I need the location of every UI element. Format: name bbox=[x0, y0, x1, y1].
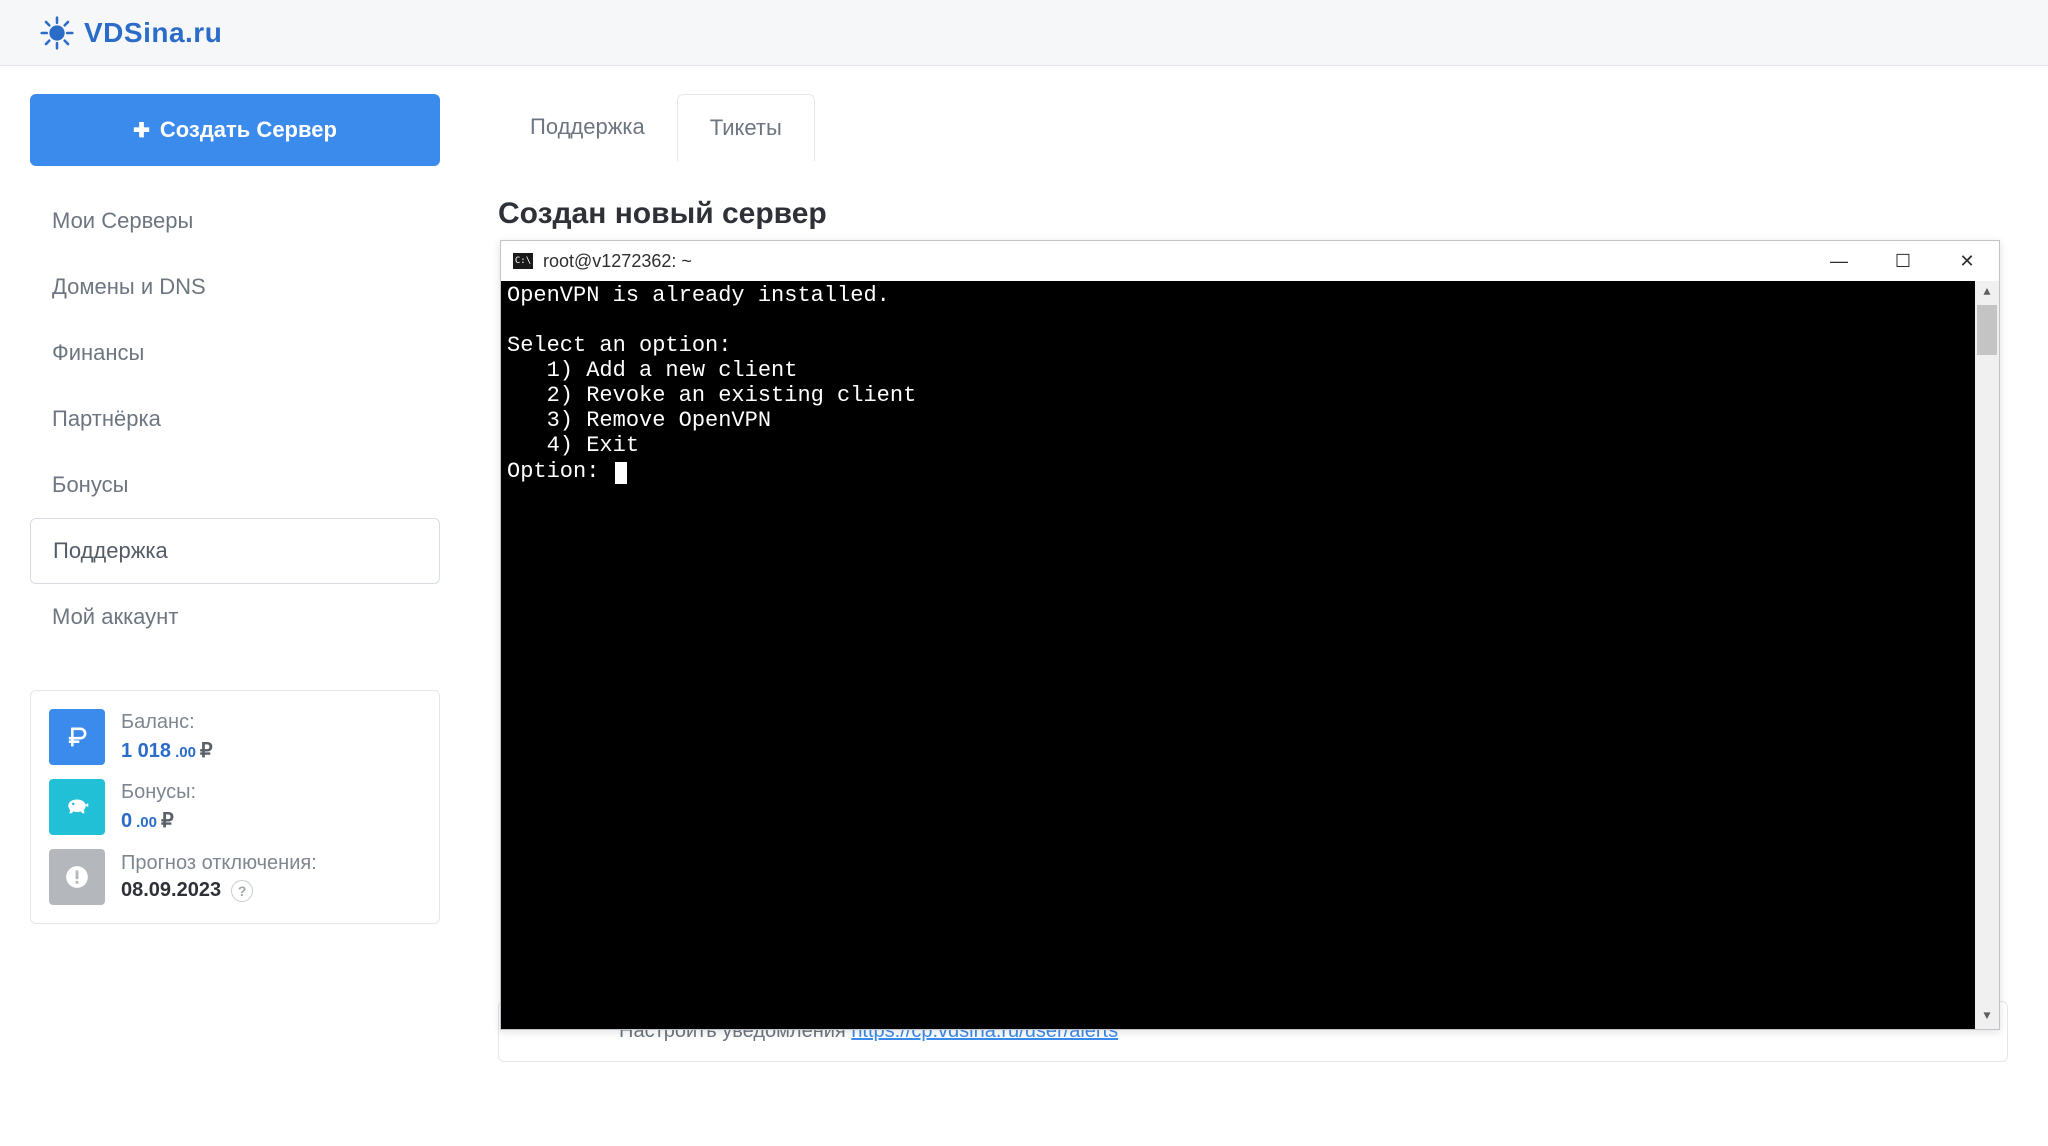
sidebar-info-card: Баланс: 1 018.00 ₽ Бонусы: bbox=[30, 690, 440, 924]
sidebar-item-my-servers[interactable]: Мои Серверы bbox=[30, 188, 440, 254]
sidebar-item-partner[interactable]: Партнёрка bbox=[30, 386, 440, 452]
alert-icon bbox=[49, 849, 105, 905]
scroll-down-button[interactable]: ▼ bbox=[1975, 1005, 1999, 1029]
terminal-line: Option: bbox=[507, 459, 613, 484]
brand-text: VDSina.ru bbox=[84, 17, 222, 49]
tabs: Поддержка Тикеты bbox=[498, 94, 2008, 161]
sidebar-item-label: Финансы bbox=[52, 340, 144, 366]
sidebar-item-label: Партнёрка bbox=[52, 406, 161, 432]
terminal-titlebar[interactable]: C:\ root@v1272362: ~ — ☐ ✕ bbox=[501, 241, 1999, 281]
terminal-icon: C:\ bbox=[513, 253, 533, 269]
sidebar-item-finances[interactable]: Финансы bbox=[30, 320, 440, 386]
balance-label: Баланс: bbox=[121, 711, 213, 734]
sidebar-item-domains-dns[interactable]: Домены и DNS bbox=[30, 254, 440, 320]
sidebar-item-label: Мой аккаунт bbox=[52, 604, 178, 630]
close-button[interactable]: ✕ bbox=[1935, 241, 1999, 281]
window-controls: — ☐ ✕ bbox=[1807, 241, 1999, 281]
bonuses-row: Бонусы: 0.00 ₽ bbox=[49, 779, 421, 835]
terminal-line: 3) Remove OpenVPN bbox=[507, 408, 771, 433]
bonuses-value: 0.00 ₽ bbox=[121, 808, 196, 833]
sidebar-item-label: Домены и DNS bbox=[52, 274, 206, 300]
terminal-title: root@v1272362: ~ bbox=[543, 251, 692, 272]
sidebar-item-my-account[interactable]: Мой аккаунт bbox=[30, 584, 440, 650]
tab-label: Поддержка bbox=[530, 114, 645, 139]
tab-tickets[interactable]: Тикеты bbox=[677, 94, 815, 161]
sidebar-item-bonuses[interactable]: Бонусы bbox=[30, 452, 440, 518]
terminal-line: 2) Revoke an existing client bbox=[507, 383, 916, 408]
scroll-up-button[interactable]: ▲ bbox=[1975, 281, 1999, 305]
create-server-label: Создать Сервер bbox=[160, 117, 337, 143]
maximize-button[interactable]: ☐ bbox=[1871, 241, 1935, 281]
terminal-window: C:\ root@v1272362: ~ — ☐ ✕ OpenVPN is al… bbox=[500, 240, 2000, 1030]
terminal-body[interactable]: OpenVPN is already installed. Select an … bbox=[501, 281, 1999, 1029]
terminal-scrollbar[interactable]: ▲ ▼ bbox=[1975, 281, 1999, 1029]
page-title: Создан новый сервер bbox=[498, 197, 2008, 231]
brand-icon bbox=[40, 16, 74, 50]
sidebar-item-label: Поддержка bbox=[53, 538, 168, 564]
app-header: VDSina.ru bbox=[0, 0, 2048, 66]
piggy-icon bbox=[49, 779, 105, 835]
minimize-button[interactable]: — bbox=[1807, 241, 1871, 281]
terminal-line: OpenVPN is already installed. bbox=[507, 283, 890, 308]
sidebar: ✚ Создать Сервер Мои Серверы Домены и DN… bbox=[0, 66, 470, 1090]
terminal-line: 4) Exit bbox=[507, 433, 639, 458]
scroll-thumb[interactable] bbox=[1977, 305, 1997, 355]
sidebar-item-support[interactable]: Поддержка bbox=[30, 518, 440, 584]
sidebar-item-label: Мои Серверы bbox=[52, 208, 193, 234]
create-server-button[interactable]: ✚ Создать Сервер bbox=[30, 94, 440, 166]
forecast-row: Прогноз отключения: 08.09.2023 ? bbox=[49, 849, 421, 905]
sidebar-item-label: Бонусы bbox=[52, 472, 128, 498]
help-icon[interactable]: ? bbox=[231, 880, 253, 902]
tab-label: Тикеты bbox=[710, 115, 782, 140]
terminal-cursor bbox=[615, 462, 627, 484]
ruble-icon bbox=[49, 709, 105, 765]
terminal-line: Select an option: bbox=[507, 333, 731, 358]
plus-icon: ✚ bbox=[133, 118, 150, 143]
balance-value: 1 018.00 ₽ bbox=[121, 738, 213, 763]
balance-row: Баланс: 1 018.00 ₽ bbox=[49, 709, 421, 765]
forecast-value: 08.09.2023 ? bbox=[121, 879, 317, 902]
tab-support[interactable]: Поддержка bbox=[498, 94, 677, 161]
terminal-line: 1) Add a new client bbox=[507, 358, 797, 383]
forecast-label: Прогноз отключения: bbox=[121, 852, 317, 875]
bonuses-label: Бонусы: bbox=[121, 781, 196, 804]
brand-logo[interactable]: VDSina.ru bbox=[40, 16, 222, 50]
